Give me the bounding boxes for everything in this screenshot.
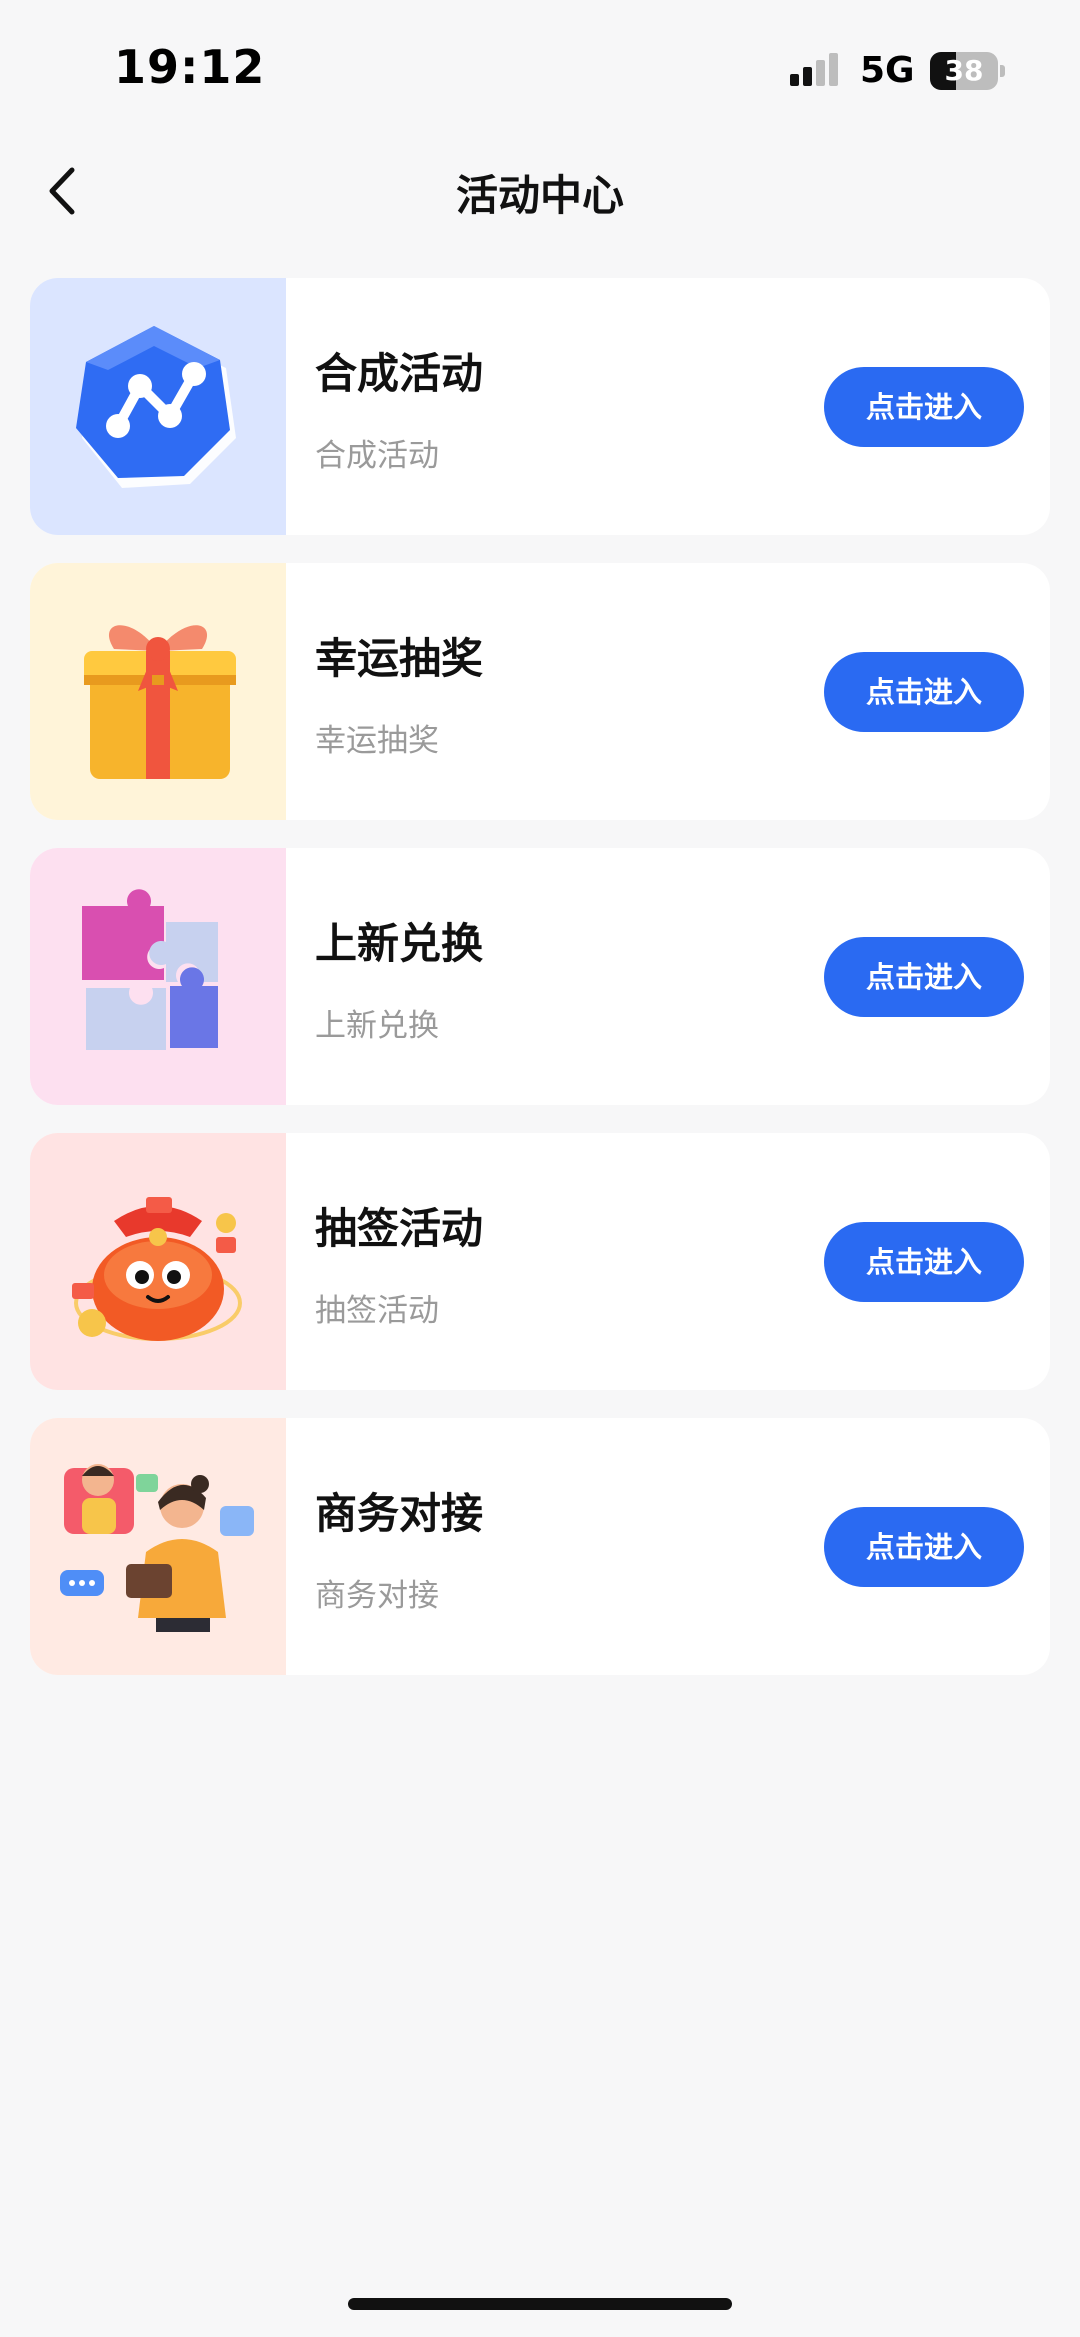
activity-list: 合成活动 合成活动 点击进入 幸运抽奖 幸运抽奖 点击进入 上新兑换 上新兑换 … (30, 278, 1050, 1703)
card-thumbnail (30, 1418, 286, 1675)
card-title: 幸运抽奖 (315, 634, 484, 683)
enter-button[interactable]: 点击进入 (824, 1507, 1024, 1587)
card-title: 合成活动 (315, 349, 484, 398)
gift-box-icon (30, 563, 286, 820)
card-subtitle: 上新兑换 (315, 1008, 439, 1044)
card-title: 抽签活动 (315, 1204, 484, 1253)
battery-icon: 38 (930, 52, 1006, 90)
enter-button[interactable]: 点击进入 (824, 937, 1024, 1017)
card-subtitle: 抽签活动 (315, 1293, 439, 1329)
network-label: 5G (860, 50, 915, 91)
puzzle-icon (30, 848, 286, 1105)
nav-bar: 活动中心 (0, 140, 1080, 240)
card-subtitle: 幸运抽奖 (315, 723, 439, 759)
synthesis-hexagon-icon (30, 278, 286, 535)
enter-button[interactable]: 点击进入 (824, 1222, 1024, 1302)
card-thumbnail (30, 563, 286, 820)
activity-card: 合成活动 合成活动 点击进入 (30, 278, 1050, 535)
home-indicator[interactable] (348, 2298, 732, 2310)
card-subtitle: 商务对接 (315, 1578, 439, 1614)
activity-card: 抽签活动 抽签活动 点击进入 (30, 1133, 1050, 1390)
activity-card: 商务对接 商务对接 点击进入 (30, 1418, 1050, 1675)
status-time: 19:12 (114, 40, 266, 94)
card-subtitle: 合成活动 (315, 438, 439, 474)
lucky-bag-icon (30, 1133, 286, 1390)
card-title: 商务对接 (315, 1489, 484, 1538)
enter-button[interactable]: 点击进入 (824, 652, 1024, 732)
cellular-signal-icon (788, 52, 846, 90)
card-thumbnail (30, 848, 286, 1105)
battery-level: 38 (944, 54, 984, 87)
activity-card: 上新兑换 上新兑换 点击进入 (30, 848, 1050, 1105)
activity-card: 幸运抽奖 幸运抽奖 点击进入 (30, 563, 1050, 820)
card-thumbnail (30, 1133, 286, 1390)
card-title: 上新兑换 (315, 919, 484, 968)
card-thumbnail (30, 278, 286, 535)
business-people-icon (30, 1418, 286, 1675)
status-bar: 19:12 5G 38 (0, 0, 1080, 140)
enter-button[interactable]: 点击进入 (824, 367, 1024, 447)
page-title: 活动中心 (455, 171, 624, 220)
